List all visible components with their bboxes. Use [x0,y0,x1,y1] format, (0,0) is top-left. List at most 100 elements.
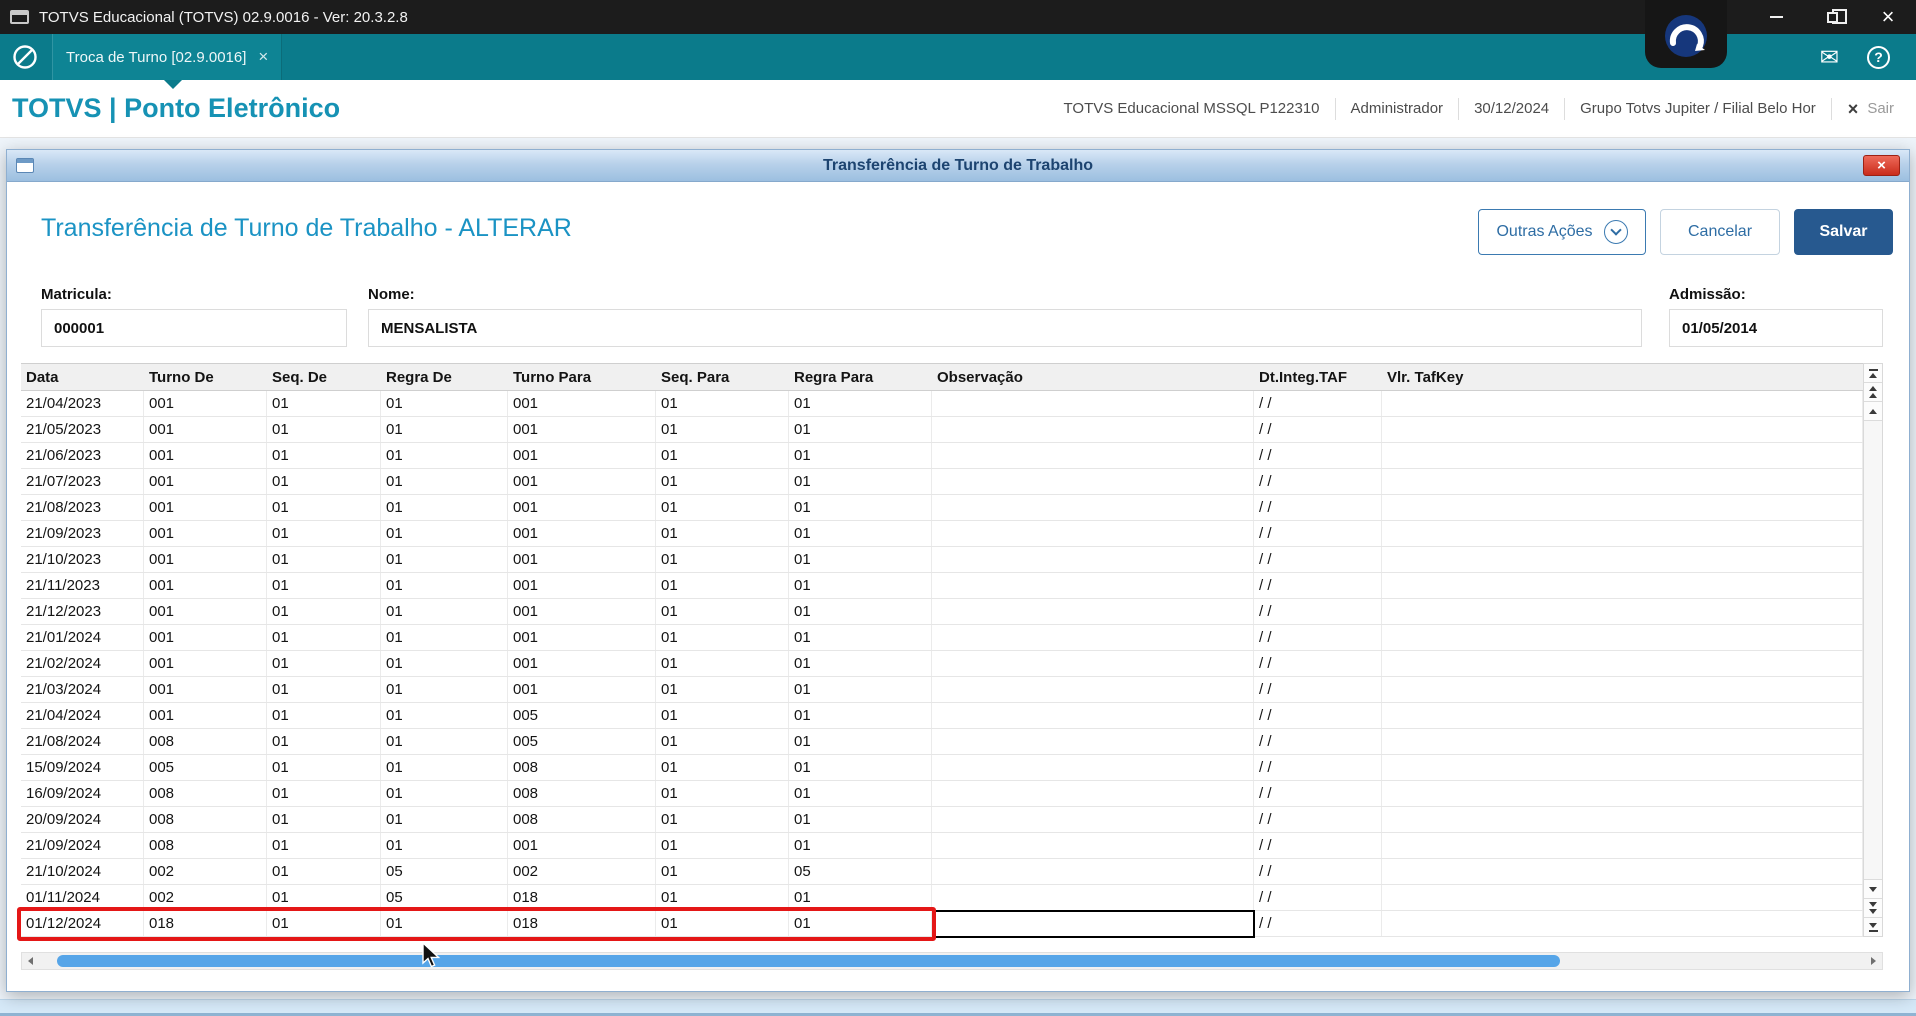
grid-row[interactable]: 20/09/2024 008 01 01 008 01 01/ / [21,807,1863,833]
grid-cell[interactable]: 01 [267,495,381,520]
grid-cell[interactable] [932,521,1254,546]
grid-cell[interactable]: 01 [381,469,508,494]
grid-row[interactable]: 21/04/2023 001 01 01 001 01 01/ / [21,391,1863,417]
grid-row[interactable]: 21/05/2023 001 01 01 001 01 01/ / [21,417,1863,443]
grid-cell[interactable]: 01 [789,599,932,624]
grid-cell[interactable]: 002 [144,885,267,910]
grid-cell[interactable]: 01 [267,547,381,572]
grid-cell[interactable]: 001 [144,573,267,598]
grid-cell[interactable]: 018 [508,911,656,936]
grid-cell[interactable] [1382,391,1863,416]
grid-cell[interactable]: 01 [656,625,789,650]
grid-cell[interactable] [932,651,1254,676]
grid-cell[interactable]: 21/02/2024 [21,651,144,676]
grid-cell[interactable]: 01 [267,391,381,416]
grid-cell[interactable]: 01 [267,781,381,806]
system-menu-icon[interactable] [0,44,50,70]
grid-cell[interactable] [1382,885,1863,910]
grid-cell[interactable]: 01 [656,677,789,702]
grid-cell[interactable]: / / [1254,859,1382,884]
grid-row[interactable]: 21/10/2024 002 01 05 002 01 05/ / [21,859,1863,885]
grid-cell[interactable]: 01 [267,833,381,858]
scroll-down-button[interactable] [1864,879,1882,898]
grid-cell[interactable]: 01 [789,807,932,832]
grid-cell[interactable]: 01 [267,755,381,780]
grid-cell[interactable] [1382,443,1863,468]
scroll-right-button[interactable] [1865,953,1882,969]
grid-cell[interactable]: / / [1254,755,1382,780]
grid-cell[interactable]: 001 [144,417,267,442]
grid-cell[interactable]: 15/09/2024 [21,755,144,780]
grid-cell[interactable] [932,417,1254,442]
grid-cell[interactable]: 01 [267,859,381,884]
grid-cell[interactable]: 01 [381,677,508,702]
grid-cell[interactable] [1382,833,1863,858]
grid-cell[interactable]: / / [1254,911,1382,936]
grid-cell[interactable]: 21/09/2024 [21,833,144,858]
grid-row[interactable]: 21/06/2023 001 01 01 001 01 01/ / [21,443,1863,469]
scroll-first-button[interactable] [1864,364,1882,383]
grid-cell[interactable] [932,703,1254,728]
grid-row[interactable]: 21/07/2023 001 01 01 001 01 01/ / [21,469,1863,495]
grid-cell[interactable]: 01 [267,469,381,494]
grid-cell[interactable]: 05 [381,859,508,884]
grid-cell[interactable]: 002 [508,859,656,884]
grid-cell[interactable]: 01 [656,391,789,416]
grid-cell[interactable] [1382,651,1863,676]
grid-cell[interactable]: / / [1254,521,1382,546]
grid-cell[interactable]: 005 [508,729,656,754]
grid-row[interactable]: 16/09/2024 008 01 01 008 01 01/ / [21,781,1863,807]
grid-row[interactable]: 21/08/2023 001 01 01 001 01 01/ / [21,495,1863,521]
grid-cell[interactable] [932,625,1254,650]
grid-cell[interactable]: 008 [508,807,656,832]
grid-cell[interactable]: 001 [508,833,656,858]
grid-cell[interactable]: 01 [267,807,381,832]
scroll-page-down-button[interactable] [1864,898,1882,917]
grid-cell[interactable]: / / [1254,573,1382,598]
grid-cell[interactable] [1382,495,1863,520]
grid-cell[interactable]: 008 [144,729,267,754]
grid-cell[interactable]: 01 [789,625,932,650]
grid-row[interactable]: 15/09/2024 005 01 01 008 01 01/ / [21,755,1863,781]
grid-cell[interactable]: 21/11/2023 [21,573,144,598]
grid-cell[interactable]: 01 [656,443,789,468]
grid-cell[interactable]: 001 [144,469,267,494]
restore-button[interactable] [1804,0,1860,34]
grid-row[interactable]: 01/11/2024 002 01 05 018 01 01/ / [21,885,1863,911]
grid-row[interactable]: 21/03/2024 001 01 01 001 01 01/ / [21,677,1863,703]
grid-cell[interactable]: 008 [144,833,267,858]
grid-cell[interactable] [1382,625,1863,650]
grid-cell[interactable]: 01 [381,495,508,520]
other-actions-button[interactable]: Outras Ações [1478,209,1646,255]
grid-cell[interactable] [932,807,1254,832]
grid-cell[interactable] [932,885,1254,910]
grid-row[interactable]: 21/01/2024 001 01 01 001 01 01/ / [21,625,1863,651]
grid-cell[interactable] [1382,755,1863,780]
grid-cell[interactable]: 01 [789,547,932,572]
cancel-button[interactable]: Cancelar [1660,209,1780,255]
grid-cell[interactable]: / / [1254,885,1382,910]
grid-cell[interactable]: 01 [656,651,789,676]
grid-cell[interactable]: 005 [144,755,267,780]
admissao-input[interactable]: 01/05/2014 [1669,309,1883,347]
grid-cell[interactable]: 21/07/2023 [21,469,144,494]
grid-cell[interactable] [932,677,1254,702]
grid-cell[interactable]: 01 [381,651,508,676]
grid-cell[interactable] [932,573,1254,598]
grid-cell[interactable] [1382,677,1863,702]
grid-cell[interactable]: 01 [656,495,789,520]
grid-cell[interactable] [932,833,1254,858]
grid-cell[interactable]: 01 [656,911,789,936]
grid-cell[interactable]: / / [1254,677,1382,702]
grid-cell[interactable]: 21/04/2024 [21,703,144,728]
grid-cell[interactable]: 002 [144,859,267,884]
grid-cell[interactable] [1382,521,1863,546]
grid-cell[interactable]: 001 [508,625,656,650]
grid-cell[interactable] [1382,703,1863,728]
grid-cell[interactable]: 01 [656,833,789,858]
grid-cell[interactable]: 01 [267,599,381,624]
tab-close-icon[interactable]: × [258,47,268,67]
grid-cell[interactable]: 01 [267,651,381,676]
grid-row[interactable]: 21/08/2024 008 01 01 005 01 01/ / [21,729,1863,755]
grid-cell[interactable] [932,391,1254,416]
